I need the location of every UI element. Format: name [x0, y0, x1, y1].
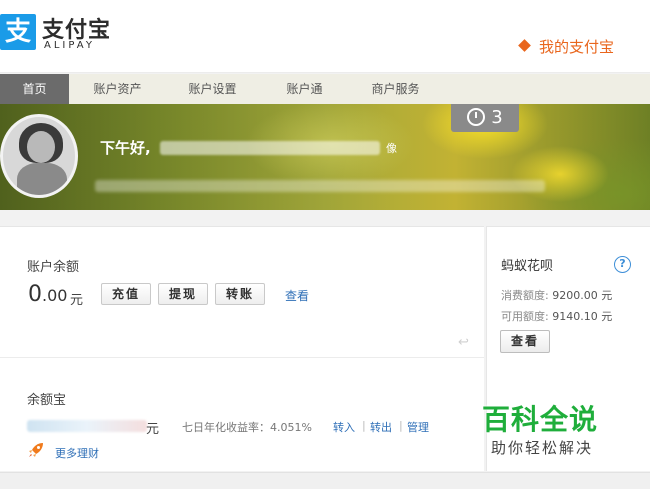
yuebao-unit: 元 [146, 422, 160, 437]
available-limit-row: 可用额度: 9140.10 元 [501, 308, 612, 324]
yuebao-title: 余额宝 [27, 393, 67, 408]
avatar-body [17, 163, 67, 195]
yuebao-manage-link[interactable]: 管理 [407, 419, 429, 435]
alipay-logo-icon: 支 [0, 14, 36, 50]
greeting-text: 下午好, [100, 139, 151, 157]
watermark-title: 百科全说 [482, 403, 599, 436]
yuebao-rate: 七日年化收益率：4.051% [182, 421, 312, 434]
undo-icon[interactable]: ↩ [458, 335, 469, 350]
nav-tab-home[interactable]: 首页 [0, 74, 69, 104]
balance-dec: .00 [42, 286, 68, 305]
my-alipay-label: 我的支付宝 [538, 38, 614, 56]
available-limit-value: 9140.10 元 [552, 310, 613, 323]
link-separator: | [362, 419, 366, 432]
nav-tab-account-pass[interactable]: 账户通 [272, 74, 337, 104]
avatar[interactable] [0, 114, 78, 198]
panel-divider [0, 357, 484, 358]
consume-limit-value: 9200.00 元 [552, 289, 613, 302]
balance-unit: 元 [70, 293, 84, 308]
alarm-count: 3 [491, 107, 503, 128]
watermark-subtitle: 助你轻松解决 [491, 439, 594, 457]
transfer-button[interactable]: 转账 [215, 283, 265, 305]
top-header: 支 支付宝 ALIPAY 我的支付宝 [0, 0, 650, 73]
nav-tab-assets[interactable]: 账户资产 [80, 74, 155, 104]
more-finance-link[interactable]: 更多理财 [55, 445, 99, 461]
my-alipay-link[interactable]: 我的支付宝 [518, 36, 614, 57]
huabei-title: 蚂蚁花呗 [501, 259, 554, 274]
redacted-username [160, 141, 380, 155]
redacted-login-info [95, 180, 545, 192]
alarm-badge[interactable]: 3 [451, 104, 519, 132]
greeting-tail: 像 [386, 142, 397, 155]
yuebao-deposit-link[interactable]: 转入 [333, 419, 355, 435]
nav-tab-merchant[interactable]: 商户服务 [358, 74, 433, 104]
alipay-logo[interactable]: 支 支付宝 ALIPAY [0, 10, 120, 60]
nav-tab-settings[interactable]: 账户设置 [175, 74, 250, 104]
balance-amount: 0.00 [28, 282, 67, 307]
link-separator: | [399, 419, 403, 432]
bottom-bar [0, 472, 650, 489]
main-nav: 首页 账户资产 账户设置 账户通 商户服务 [0, 74, 650, 104]
balance-label: 账户余额 [27, 260, 80, 275]
recharge-button[interactable]: 充值 [101, 283, 151, 305]
available-limit-label: 可用额度: [501, 310, 549, 323]
logo-text-en: ALIPAY [44, 40, 95, 51]
alipay-page: 支 支付宝 ALIPAY 我的支付宝 首页 账户资产 账户设置 账户通 商户服务… [0, 0, 650, 489]
view-balance-link[interactable]: 查看 [285, 287, 309, 304]
yuebao-withdraw-link[interactable]: 转出 [370, 419, 392, 435]
banner-shade [0, 104, 650, 210]
withdraw-button[interactable]: 提现 [158, 283, 208, 305]
huabei-view-button[interactable]: 查看 [500, 330, 550, 353]
help-icon[interactable]: ? [614, 256, 631, 273]
rocket-icon [29, 443, 43, 457]
redacted-yuebao-amount [27, 420, 147, 432]
alarm-clock-icon [467, 108, 486, 126]
balance-int: 0 [28, 282, 42, 307]
consume-limit-label: 消费额度: [501, 289, 549, 302]
diamond-bullet-icon [518, 39, 531, 52]
user-banner: 下午好, 像 3 [0, 104, 650, 210]
avatar-face [27, 131, 55, 163]
consume-limit-row: 消费额度: 9200.00 元 [501, 287, 612, 303]
